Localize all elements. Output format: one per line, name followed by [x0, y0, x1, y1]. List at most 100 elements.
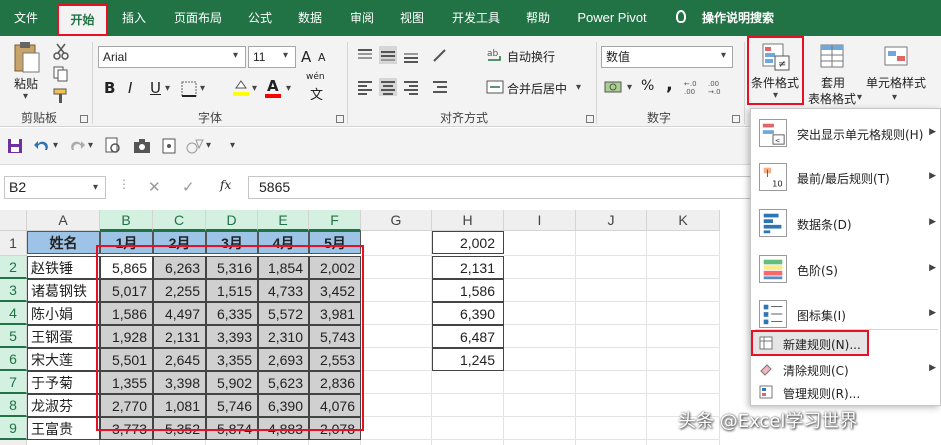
select-all-corner[interactable] [0, 210, 27, 231]
enter-icon[interactable]: ✓ [182, 178, 195, 196]
menu-item-manage-rules[interactable]: 管理规则(R)... [751, 381, 941, 403]
column-header[interactable]: K [647, 210, 720, 231]
conditional-formatting-button[interactable]: ≠ 条件格式 ▾ [747, 36, 804, 105]
align-bottom-icon[interactable] [402, 46, 420, 64]
menu-item-color-scales[interactable]: 色阶(S) ▶ [751, 247, 941, 291]
empty-cell[interactable] [576, 417, 647, 440]
wrap-text-icon[interactable]: ab [486, 46, 504, 64]
chevron-down-icon[interactable]: ▾ [627, 82, 632, 93]
empty-cell[interactable] [647, 256, 720, 279]
empty-cell[interactable] [206, 440, 258, 445]
column-header[interactable]: E [258, 210, 309, 231]
chevron-down-icon[interactable]: ▾ [88, 140, 93, 151]
table-header-cell[interactable]: 姓名 [27, 231, 100, 254]
align-middle-icon[interactable] [379, 46, 397, 64]
empty-cell[interactable] [100, 440, 153, 445]
bold-button[interactable]: B [104, 79, 115, 97]
camera-icon[interactable] [133, 137, 151, 155]
chevron-down-icon[interactable]: ▾ [93, 182, 98, 193]
empty-cell[interactable] [361, 394, 432, 417]
column-header[interactable]: B [100, 210, 153, 231]
align-left-icon[interactable] [356, 78, 374, 96]
h-column-cell[interactable]: 6,390 [432, 302, 504, 325]
empty-cell[interactable] [576, 371, 647, 394]
font-name-select[interactable]: Arial [98, 46, 246, 68]
h-column-cell[interactable]: 1,245 [432, 348, 504, 371]
column-header[interactable]: F [309, 210, 361, 231]
empty-cell[interactable] [504, 440, 576, 445]
font-color-button[interactable]: A [267, 77, 279, 95]
tab-view[interactable]: 视图 [394, 0, 430, 36]
menu-item-highlight-rules[interactable]: < 突出显示单元格规则(H) ▶ [751, 112, 941, 154]
copy-icon[interactable] [52, 65, 70, 83]
empty-cell[interactable] [361, 231, 432, 256]
empty-cell[interactable] [576, 394, 647, 417]
phonetic-button[interactable]: wén [306, 72, 325, 82]
number-format-select[interactable]: 数值 [601, 46, 733, 68]
column-header[interactable]: I [504, 210, 576, 231]
column-header[interactable]: D [206, 210, 258, 231]
name-cell[interactable]: 诸葛钢铁 [27, 279, 100, 302]
menu-item-clear-rules[interactable]: 清除规则(C) ▶ [751, 358, 941, 380]
h-column-cell[interactable]: 6,487 [432, 325, 504, 348]
name-cell[interactable]: 宋大莲 [27, 348, 100, 371]
format-painter-icon[interactable] [52, 87, 70, 105]
currency-icon[interactable] [604, 78, 624, 96]
fill-color-icon[interactable] [232, 78, 250, 96]
shrink-font-button[interactable]: A [318, 51, 326, 64]
row-header[interactable]: 9 [0, 417, 27, 440]
chevron-down-icon[interactable]: ▾ [53, 140, 58, 151]
comma-button[interactable]: , [666, 74, 673, 95]
empty-cell[interactable] [647, 371, 720, 394]
tab-help[interactable]: 帮助 [520, 0, 556, 36]
tab-data[interactable]: 数据 [292, 0, 328, 36]
tab-home[interactable]: 开始 [57, 4, 108, 36]
row-header[interactable]: 7 [0, 371, 27, 394]
tab-insert[interactable]: 插入 [116, 0, 152, 36]
empty-cell[interactable] [504, 348, 576, 371]
empty-cell[interactable] [504, 256, 576, 279]
empty-cell[interactable] [576, 279, 647, 302]
chevron-down-icon[interactable]: ▾ [721, 50, 726, 61]
empty-cell[interactable] [361, 325, 432, 348]
clipboard-launcher-icon[interactable] [80, 115, 88, 123]
empty-cell[interactable] [576, 440, 647, 445]
empty-cell[interactable] [432, 440, 504, 445]
redo-icon[interactable] [68, 137, 86, 155]
align-top-icon[interactable] [356, 46, 374, 64]
tab-developer[interactable]: 开发工具 [446, 0, 506, 36]
row-header[interactable]: 6 [0, 348, 27, 371]
tab-formulas[interactable]: 公式 [242, 0, 278, 36]
format-as-table-label-2[interactable]: 表格格式 [808, 90, 856, 107]
row-header[interactable]: 5 [0, 325, 27, 348]
empty-cell[interactable] [647, 231, 720, 256]
empty-cell[interactable] [647, 348, 720, 371]
menu-item-top-bottom-rules[interactable]: 10 最前/最后规则(T) ▶ [751, 155, 941, 199]
percent-button[interactable]: % [641, 78, 654, 94]
undo-icon[interactable] [33, 137, 51, 155]
empty-cell[interactable] [361, 348, 432, 371]
tab-power-pivot[interactable]: Power Pivot [570, 0, 654, 36]
italic-button[interactable]: I [128, 79, 132, 97]
orientation-icon[interactable] [431, 46, 449, 64]
chevron-down-icon[interactable]: ▾ [857, 92, 862, 103]
paste-label[interactable]: 粘贴 [14, 75, 38, 92]
name-cell[interactable]: 王钢蛋 [27, 325, 100, 348]
indent-icon[interactable] [431, 78, 449, 96]
name-box[interactable]: B2 [4, 176, 106, 199]
empty-cell[interactable] [504, 325, 576, 348]
chevron-down-icon[interactable]: ▾ [892, 92, 897, 103]
chevron-down-icon[interactable]: ▾ [252, 83, 257, 94]
touch-mode-icon[interactable] [160, 137, 178, 155]
tell-me-search[interactable]: 操作说明搜索 [696, 0, 780, 36]
name-cell[interactable]: 陈小娟 [27, 302, 100, 325]
empty-cell[interactable] [504, 302, 576, 325]
chevron-down-icon[interactable]: ▾ [200, 83, 205, 94]
row-header[interactable]: 1 [0, 231, 27, 256]
name-cell[interactable]: 于予菊 [27, 371, 100, 394]
font-size-select[interactable]: 11 [248, 46, 296, 68]
empty-cell[interactable] [504, 231, 576, 256]
merge-center-icon[interactable] [486, 78, 504, 96]
h-column-cell[interactable]: 2,002 [432, 231, 504, 254]
align-center-icon[interactable] [379, 78, 397, 96]
